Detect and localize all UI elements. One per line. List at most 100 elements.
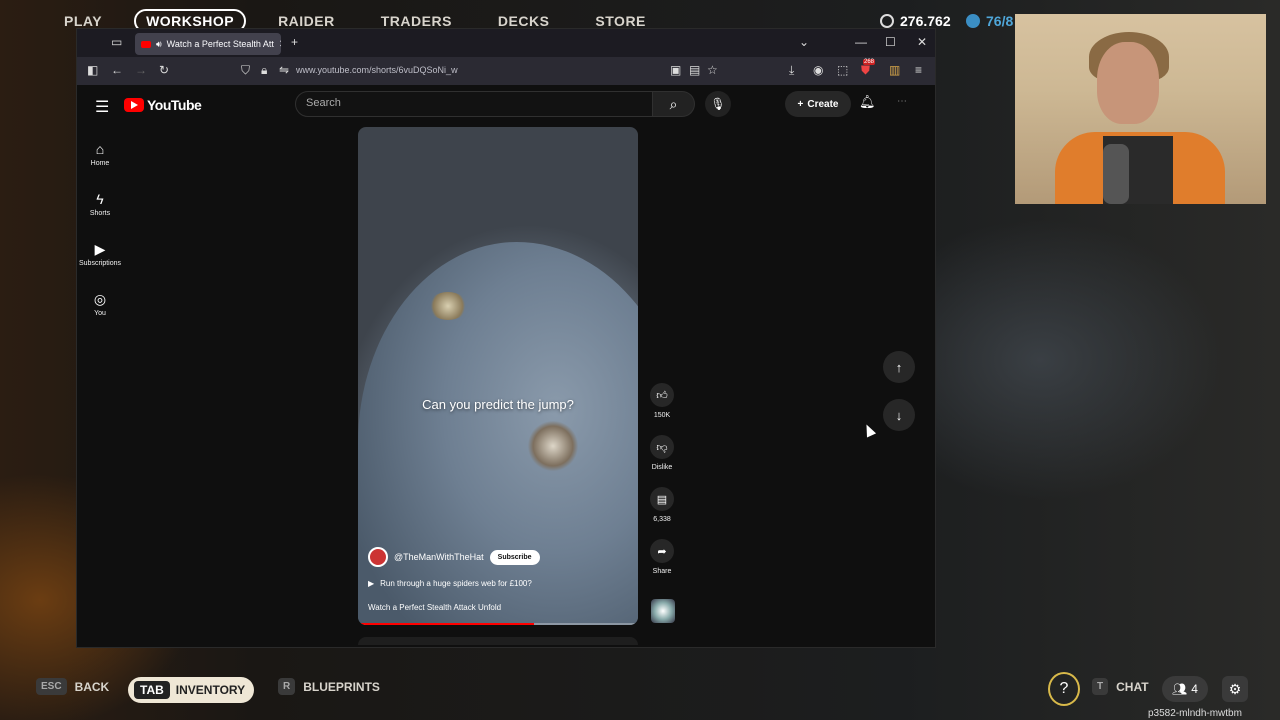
shield-icon[interactable]: ⛉: [241, 63, 250, 78]
back-action[interactable]: ESC BACK: [36, 678, 109, 695]
permissions-icon[interactable]: ⇋: [279, 63, 289, 77]
game-nav-play[interactable]: PLAY: [64, 13, 102, 29]
blueprints-label: BLUEPRINTS: [303, 679, 380, 694]
video-title[interactable]: Watch a Perfect Stealth Attack Unfold: [368, 603, 501, 612]
create-button[interactable]: + Create: [785, 91, 851, 117]
channel-avatar[interactable]: [368, 547, 388, 567]
party-button[interactable]: 👥︎ 4: [1162, 676, 1208, 702]
downloads-icon[interactable]: ⤓: [789, 63, 794, 78]
navigation-bar: ◧ ← → ↻ ⛉ 🔒︎ ⇋ www.youtube.com/shorts/6v…: [77, 57, 935, 85]
chat-action[interactable]: T CHAT: [1092, 678, 1149, 695]
extension-badge: 268: [863, 59, 876, 65]
blueprints-action[interactable]: R BLUEPRINTS: [278, 678, 380, 695]
new-tab-icon[interactable]: +: [291, 35, 298, 49]
currency-coins-value: 276.762: [900, 13, 951, 29]
tab-bar: ▭ 🔊︎ Watch a Perfect Stealth Att ✕ + ⌄ —…: [77, 29, 935, 57]
subscribe-button[interactable]: Subscribe: [489, 549, 540, 565]
shorts-icon: ϟ: [96, 190, 104, 207]
sound-thumbnail[interactable]: [651, 599, 675, 623]
lock-icon[interactable]: 🔒︎: [261, 63, 267, 78]
home-icon: ⌂: [95, 140, 105, 157]
hamburger-menu-icon[interactable]: ☰: [95, 97, 109, 117]
picture-in-picture-icon[interactable]: ▣: [670, 63, 681, 77]
microphone: [1103, 144, 1129, 204]
game-nav-raider[interactable]: RAIDER: [278, 13, 335, 29]
minimize-icon[interactable]: —: [855, 35, 867, 49]
tab-overview-icon[interactable]: ▭: [111, 35, 122, 49]
youtube-logo[interactable]: YouTube: [124, 97, 202, 113]
tab-key: TAB: [134, 681, 170, 699]
next-short-peek: [358, 637, 638, 645]
extensions-icon[interactable]: ⬚: [837, 63, 848, 77]
youtube-favicon-icon: [141, 40, 151, 48]
settings-gear-icon[interactable]: ⚙: [1222, 676, 1248, 702]
browser-tab[interactable]: 🔊︎ Watch a Perfect Stealth Att ✕: [135, 33, 281, 55]
back-icon[interactable]: ←: [111, 63, 123, 77]
share-action[interactable]: ➦ Share: [649, 539, 675, 575]
r-key: R: [278, 678, 296, 695]
forward-icon[interactable]: →: [135, 63, 147, 77]
search-input[interactable]: Search: [295, 91, 653, 117]
comments-action[interactable]: ▤ 6,338: [649, 487, 675, 523]
play-icon: ▶︎: [368, 579, 375, 588]
webcam-overlay: [1015, 14, 1266, 204]
sidebar-item-shorts[interactable]: ϟ Shorts: [77, 179, 123, 229]
extension-bars-icon[interactable]: ▥: [889, 63, 900, 77]
video-progress-bar[interactable]: [358, 623, 638, 625]
shorts-video-player[interactable]: Can you predict the jump? @TheManWithThe…: [358, 127, 638, 625]
like-action[interactable]: 👍︎ 150K: [649, 383, 675, 419]
maximize-icon[interactable]: ☐: [885, 35, 896, 49]
voice-search-button[interactable]: 🎙︎: [705, 91, 731, 117]
app-menu-icon[interactable]: ≡: [915, 63, 922, 77]
sidebar-item-subscriptions[interactable]: ▶︎ Subscriptions: [77, 229, 123, 279]
esc-key: ESC: [36, 678, 67, 695]
sidebar-item-you[interactable]: ◎ You: [77, 279, 123, 329]
youtube-play-icon: [124, 98, 144, 112]
video-caption: Can you predict the jump?: [422, 397, 574, 412]
search-button[interactable]: ⌕: [653, 91, 695, 117]
sidebar-item-home[interactable]: ⌂ Home: [77, 129, 123, 179]
game-nav-store[interactable]: STORE: [595, 13, 645, 29]
game-nav-traders[interactable]: TRADERS: [381, 13, 452, 29]
speaker-icon[interactable]: 🔊︎: [156, 39, 162, 50]
tab-title: Watch a Perfect Stealth Att: [166, 39, 274, 49]
sidebar-label-home: Home: [90, 159, 110, 167]
notifications-bell-icon[interactable]: 🔔︎: [859, 94, 876, 110]
chat-label: CHAT: [1116, 679, 1149, 694]
like-icon[interactable]: 👍︎: [650, 383, 674, 407]
reader-view-icon[interactable]: ▤: [689, 63, 700, 77]
ublock-extension-icon[interactable]: ⛊: [861, 63, 870, 78]
account-icon[interactable]: ◉: [813, 63, 823, 77]
close-tab-icon[interactable]: ✕: [279, 39, 281, 50]
channel-row: @TheManWithTheHat Subscribe: [368, 547, 540, 567]
bookmark-star-icon[interactable]: ☆: [707, 63, 718, 77]
youtube-logo-text: YouTube: [147, 97, 202, 113]
currency-tokens: 76/8: [966, 13, 1013, 29]
arrow-down-icon: ↓: [895, 407, 903, 423]
reload-icon[interactable]: ↻: [159, 63, 169, 77]
close-window-icon[interactable]: ✕: [917, 35, 927, 49]
arrow-up-icon: ↑: [895, 359, 903, 375]
comment-icon[interactable]: ▤: [650, 487, 674, 511]
inventory-label: INVENTORY: [175, 683, 246, 697]
dislike-action[interactable]: 👎︎ Dislike: [649, 435, 675, 471]
subscriptions-icon: ▶︎: [94, 240, 106, 257]
tab-list-chevron-icon[interactable]: ⌄: [799, 35, 809, 49]
plus-icon: +: [797, 98, 804, 110]
channel-name[interactable]: @TheManWithTheHat: [394, 552, 484, 562]
inventory-action[interactable]: TAB INVENTORY: [128, 677, 254, 703]
share-icon[interactable]: ➦: [650, 539, 674, 563]
avatar-loading-icon[interactable]: ⋯: [897, 96, 907, 107]
currency-tokens-value: 76/8: [986, 13, 1014, 29]
url-field[interactable]: www.youtube.com/shorts/6vuDQSoNi_w: [296, 65, 458, 75]
next-short-button[interactable]: ↓: [883, 399, 915, 431]
sidebar-toggle-icon[interactable]: ◧: [87, 63, 98, 77]
previous-short-button[interactable]: ↑: [883, 351, 915, 383]
related-video-link[interactable]: ▶︎ Run through a huge spiders web for £1…: [368, 579, 532, 588]
game-nav-decks[interactable]: DECKS: [498, 13, 550, 29]
sidebar-label-shorts: Shorts: [89, 209, 111, 217]
session-id: p3582-mlndh-mwtbm: [1148, 708, 1242, 719]
dislike-icon[interactable]: 👎︎: [650, 435, 674, 459]
search-icon: ⌕: [669, 95, 678, 112]
help-icon[interactable]: ?: [1048, 672, 1080, 706]
